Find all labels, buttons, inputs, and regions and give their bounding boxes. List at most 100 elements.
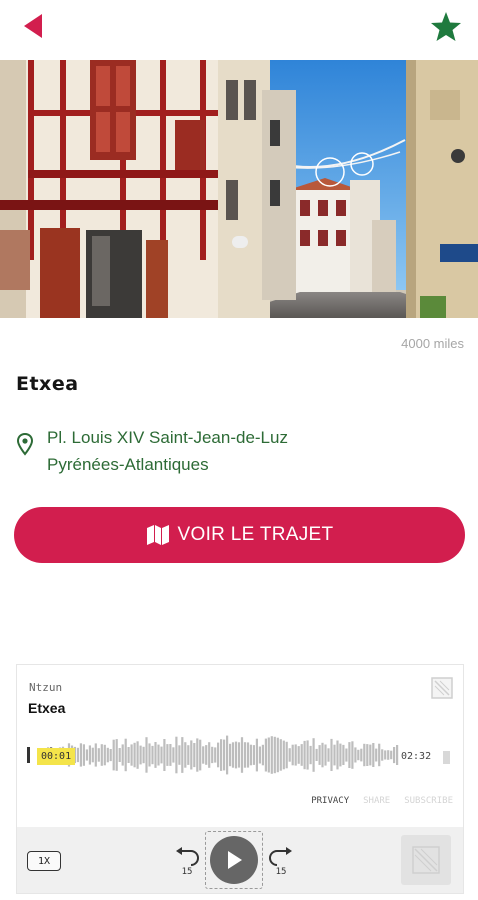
waveform-bar xyxy=(172,747,175,763)
playhead[interactable] xyxy=(27,747,30,763)
privacy-link[interactable]: PRIVACY xyxy=(311,796,349,806)
waveform-bar xyxy=(252,745,255,765)
waveform-bar xyxy=(273,736,276,774)
player-links: PRIVACY SHARE SUBSCRIBE xyxy=(311,796,453,806)
waveform-bar xyxy=(396,745,399,765)
waveform-bar xyxy=(330,738,333,771)
waveform-bar xyxy=(348,742,351,768)
play-button-circle xyxy=(210,836,258,884)
artwork-placeholder-icon xyxy=(431,677,453,699)
waveform-end-marker xyxy=(443,751,450,764)
waveform-bar xyxy=(345,748,348,762)
waveform-bar xyxy=(226,735,229,775)
waveform-bar xyxy=(223,739,226,771)
waveform-bar xyxy=(148,743,151,767)
waveform-bar xyxy=(303,740,306,770)
back-arrow-icon[interactable] xyxy=(22,13,44,39)
waveform-bar xyxy=(214,747,217,763)
waveform-bar xyxy=(76,747,79,763)
waveform-bar xyxy=(231,742,235,768)
waveform-bar xyxy=(324,744,327,766)
waveform-bar xyxy=(190,740,193,770)
waveform-bar xyxy=(91,747,94,763)
waveform-bar xyxy=(336,740,339,770)
waveform-bar xyxy=(288,748,291,762)
waveform-bar xyxy=(175,736,178,774)
waveform-bar xyxy=(333,744,336,766)
waveform-bar xyxy=(249,744,252,766)
playback-speed-button[interactable]: 1X xyxy=(27,851,61,871)
player-controls: 1X 15 15 xyxy=(17,827,463,893)
waveform-bar xyxy=(279,739,282,771)
waveform-bar xyxy=(88,745,91,765)
waveform-bar xyxy=(166,744,169,766)
waveform-bar xyxy=(378,743,381,767)
waveform-bar xyxy=(199,739,202,771)
waveform-bar xyxy=(285,741,288,769)
waveform-bar xyxy=(267,737,270,773)
waveform-bar xyxy=(208,742,211,768)
forward-seconds-label: 15 xyxy=(276,867,287,875)
waveform-bar xyxy=(237,742,241,768)
waveform-bar xyxy=(297,746,300,764)
forward-15-icon[interactable]: 15 xyxy=(267,845,295,875)
waveform-bar xyxy=(142,746,145,764)
waveform-bar xyxy=(306,740,309,770)
waveform-bar xyxy=(255,738,258,772)
waveform-bar xyxy=(178,745,181,765)
audio-waveform[interactable] xyxy=(27,733,407,777)
waveform-bar xyxy=(321,742,324,768)
waveform-bar xyxy=(220,739,223,771)
waveform-bar xyxy=(363,743,366,767)
subscribe-link[interactable]: SUBSCRIBE xyxy=(404,796,453,806)
waveform-bar xyxy=(315,748,318,761)
address[interactable]: Pl. Louis XIV Saint-Jean-de-Luz Pyrénées… xyxy=(47,424,288,478)
waveform-bar xyxy=(121,744,124,766)
waveform-bar xyxy=(169,744,172,766)
waveform-bar xyxy=(160,746,163,764)
waveform-bar xyxy=(318,745,321,765)
waveform-bar xyxy=(109,749,112,762)
waveform-bar xyxy=(106,747,109,763)
duration: 02:32 xyxy=(401,751,432,762)
location-pin-icon xyxy=(17,433,33,456)
waveform-bar xyxy=(139,745,142,765)
waveform-bar xyxy=(151,745,154,765)
waveform-bar xyxy=(366,744,369,766)
play-icon xyxy=(228,851,242,869)
waveform-bar xyxy=(342,744,345,765)
address-line-2: Pyrénées-Atlantiques xyxy=(47,455,209,474)
podcast-player: Ntzun Etxea 00:01 02:32 PRIVACY SHARE SU… xyxy=(16,664,464,894)
waveform-bar xyxy=(300,744,303,766)
waveform-bar xyxy=(82,744,85,766)
address-line-1: Pl. Louis XIV Saint-Jean-de-Luz xyxy=(47,428,288,447)
waveform-bar xyxy=(309,745,312,765)
waveform-bar xyxy=(387,750,390,760)
waveform-bar xyxy=(136,741,139,769)
top-bar xyxy=(0,0,478,60)
waveform-bar xyxy=(375,748,378,762)
waveform-bar xyxy=(100,744,103,766)
waveform-bar xyxy=(229,743,232,767)
waveform-bar xyxy=(124,738,127,772)
waveform-bar xyxy=(79,743,82,767)
play-button[interactable] xyxy=(205,831,263,889)
waveform-bar xyxy=(184,742,187,768)
waveform-bar xyxy=(339,743,342,767)
star-icon[interactable] xyxy=(430,11,462,43)
waveform-bar xyxy=(351,741,354,769)
share-link[interactable]: SHARE xyxy=(363,796,390,806)
waveform-bar xyxy=(357,749,360,761)
episode-thumbnail[interactable] xyxy=(401,835,451,885)
waveform-bar xyxy=(133,742,136,768)
waveform-bar xyxy=(291,744,294,766)
waveform-bar xyxy=(103,744,106,766)
rewind-15-icon[interactable]: 15 xyxy=(173,845,201,875)
distance-label: 4000 miles xyxy=(401,336,464,351)
waveform-bar xyxy=(282,740,285,770)
waveform-bar xyxy=(97,748,100,762)
view-route-button[interactable]: VOIR LE TRAJET xyxy=(14,507,465,563)
waveform-bar xyxy=(369,744,372,766)
waveform-bar xyxy=(261,744,264,766)
waveform-bar xyxy=(264,738,267,772)
